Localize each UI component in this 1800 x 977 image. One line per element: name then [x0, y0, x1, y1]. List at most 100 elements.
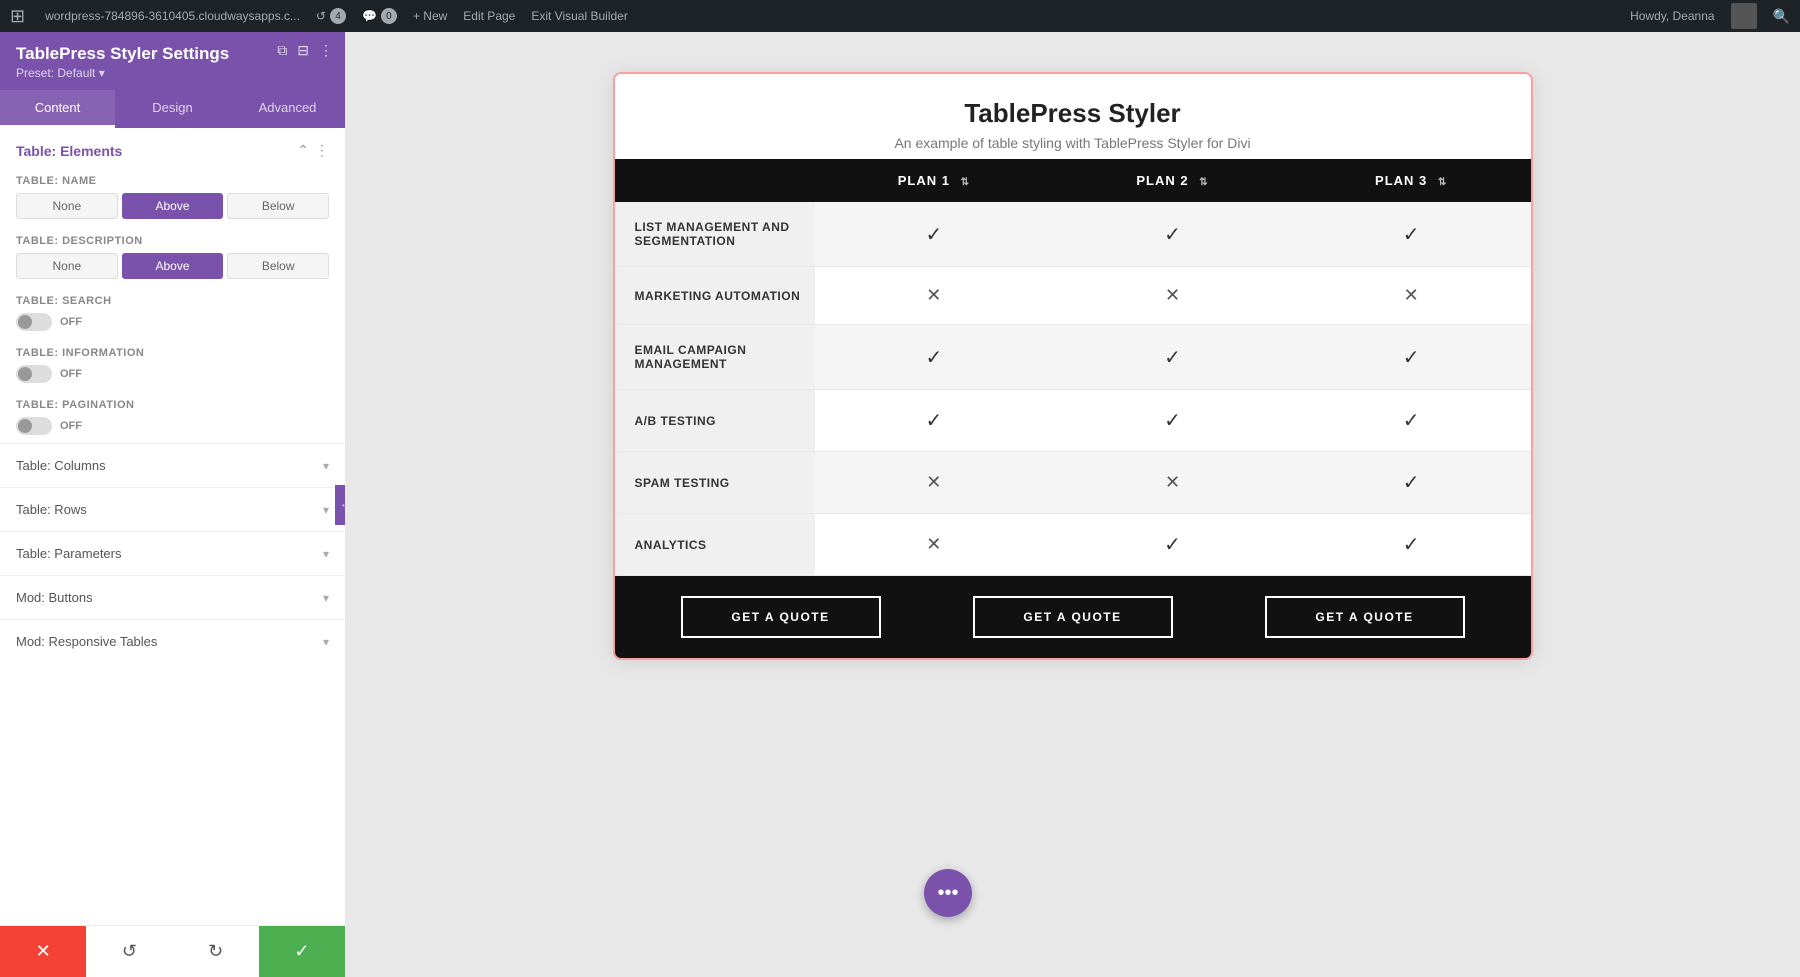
sort-icon-plan3[interactable]: ⇅: [1438, 177, 1447, 188]
more-options-icon[interactable]: ⋮: [319, 42, 333, 59]
sidebar-header: TablePress Styler Settings Preset: Defau…: [0, 32, 345, 90]
table-pagination-toggle[interactable]: [16, 417, 52, 435]
tab-advanced[interactable]: Advanced: [230, 90, 345, 128]
plan3-cell-0: ✓: [1292, 202, 1531, 267]
feature-cell: MARKETING AUTOMATION: [615, 267, 815, 325]
table-name-above[interactable]: Above: [122, 193, 224, 219]
chevron-down-icon-5: ▾: [323, 635, 329, 649]
plan1-cell-4: ✕: [815, 452, 1054, 514]
table-description-options: None Above Below: [16, 253, 329, 279]
table-name-label: Table: Name: [16, 175, 329, 187]
refresh-counter[interactable]: ↺ 4: [316, 8, 346, 24]
table-footer: GET A QUOTE GET A QUOTE GET A QUOTE: [615, 576, 1531, 658]
table-description-label: Table: Description: [16, 235, 329, 247]
table-search-toggle-label: OFF: [60, 316, 82, 328]
table-information-toggle-label: OFF: [60, 368, 82, 380]
table-information-toggle[interactable]: [16, 365, 52, 383]
more-icon[interactable]: ⋮: [315, 142, 329, 159]
table-rows-section: Table: Rows ▾: [0, 487, 345, 531]
wp-admin-bar: ⊞ wordpress-784896-3610405.cloudwaysapps…: [0, 0, 1800, 32]
close-button[interactable]: ✕: [0, 926, 86, 977]
table-columns-title: Table: Columns: [16, 458, 106, 473]
site-name[interactable]: wordpress-784896-3610405.cloudwaysapps.c…: [45, 9, 300, 23]
table-row: A/B TESTING✓✓✓: [615, 390, 1531, 452]
preset-selector[interactable]: Preset: Default ▾: [16, 66, 329, 80]
mod-responsive-header[interactable]: Mod: Responsive Tables ▾: [0, 620, 345, 663]
plan3-cell-4: ✓: [1292, 452, 1531, 514]
table-parameters-header[interactable]: Table: Parameters ▾: [0, 532, 345, 575]
columns-icon[interactable]: ⊟: [297, 42, 309, 59]
table-information-toggle-row: OFF: [16, 365, 329, 383]
table-description-field: Table: Description None Above Below: [0, 227, 345, 287]
sidebar-content: Table: Elements ⌃ ⋮ Table: Name None Abo…: [0, 128, 345, 977]
redo-icon: ↻: [208, 941, 223, 962]
cross-icon: ✕: [1404, 285, 1419, 305]
table-preview-card: TablePress Styler An example of table st…: [613, 72, 1533, 660]
fab-button[interactable]: •••: [924, 869, 972, 917]
search-icon[interactable]: 🔍: [1773, 8, 1790, 25]
plan1-cell-5: ✕: [815, 514, 1054, 576]
tab-content[interactable]: Content: [0, 90, 115, 128]
table-columns-header[interactable]: Table: Columns ▾: [0, 444, 345, 487]
check-icon: ✓: [1403, 472, 1420, 494]
edit-page-button[interactable]: Edit Page: [463, 9, 515, 23]
col-header-plan2: PLAN 2 ⇅: [1053, 159, 1292, 202]
feature-cell: ANALYTICS: [615, 514, 815, 576]
sort-icon-plan2[interactable]: ⇅: [1199, 177, 1208, 188]
table-desc-below[interactable]: Below: [227, 253, 329, 279]
check-icon: ✓: [925, 224, 942, 246]
howdy-text: Howdy, Deanna: [1630, 9, 1715, 23]
table-search-toggle[interactable]: [16, 313, 52, 331]
wp-logo-icon: ⊞: [10, 6, 25, 27]
mod-responsive-title: Mod: Responsive Tables: [16, 634, 157, 649]
chevron-down-icon: ▾: [323, 459, 329, 473]
feature-cell: A/B TESTING: [615, 390, 815, 452]
copy-icon[interactable]: ⧉: [277, 42, 287, 59]
sort-icon-plan1[interactable]: ⇅: [961, 177, 970, 188]
plan2-cell-5: ✓: [1053, 514, 1292, 576]
plan3-cell-2: ✓: [1292, 325, 1531, 390]
get-quote-btn-2[interactable]: GET A QUOTE: [973, 596, 1173, 638]
table-rows-header[interactable]: Table: Rows ▾: [0, 488, 345, 531]
table-subtitle: An example of table styling with TablePr…: [635, 135, 1511, 151]
exit-builder-button[interactable]: Exit Visual Builder: [531, 9, 628, 23]
feature-cell: LIST MANAGEMENT AND SEGMENTATION: [615, 202, 815, 267]
comments-counter[interactable]: 💬 0: [362, 8, 397, 24]
cross-icon: ✕: [1165, 472, 1180, 492]
table-parameters-title: Table: Parameters: [16, 546, 122, 561]
new-button[interactable]: + New: [413, 9, 447, 23]
plan3-cell-3: ✓: [1292, 390, 1531, 452]
check-icon: ✓: [1403, 347, 1420, 369]
drag-handle[interactable]: ↔: [335, 485, 345, 525]
col-header-empty: [615, 159, 815, 202]
table-search-toggle-row: OFF: [16, 313, 329, 331]
collapse-icon[interactable]: ⌃: [297, 142, 309, 159]
table-name-options: None Above Below: [16, 193, 329, 219]
mod-buttons-title: Mod: Buttons: [16, 590, 93, 605]
check-icon: ✓: [925, 347, 942, 369]
save-button[interactable]: ✓: [259, 926, 345, 977]
redo-button[interactable]: ↻: [173, 926, 259, 977]
get-quote-btn-3[interactable]: GET A QUOTE: [1265, 596, 1465, 638]
table-preview-header: TablePress Styler An example of table st…: [615, 74, 1531, 159]
table-header-row: PLAN 1 ⇅ PLAN 2 ⇅ PLAN 3 ⇅: [615, 159, 1531, 202]
plan2-cell-3: ✓: [1053, 390, 1292, 452]
undo-button[interactable]: ↺: [86, 926, 172, 977]
check-icon: ✓: [1164, 410, 1181, 432]
plan2-cell-2: ✓: [1053, 325, 1292, 390]
table-desc-none[interactable]: None: [16, 253, 118, 279]
drag-handle-icon: ↔: [340, 499, 345, 510]
table-name-below[interactable]: Below: [227, 193, 329, 219]
plan2-cell-4: ✕: [1053, 452, 1292, 514]
mod-buttons-header[interactable]: Mod: Buttons ▾: [0, 576, 345, 619]
table-information-label: Table: Information: [16, 347, 329, 359]
table-row: SPAM TESTING✕✕✓: [615, 452, 1531, 514]
table-pagination-field: Table: Pagination OFF: [0, 391, 345, 443]
table-desc-above[interactable]: Above: [122, 253, 224, 279]
get-quote-btn-1[interactable]: GET A QUOTE: [681, 596, 881, 638]
tab-design[interactable]: Design: [115, 90, 230, 128]
cross-icon: ✕: [926, 534, 941, 554]
plan3-cell-1: ✕: [1292, 267, 1531, 325]
table-name-none[interactable]: None: [16, 193, 118, 219]
sidebar-panel: TablePress Styler Settings Preset: Defau…: [0, 32, 345, 977]
